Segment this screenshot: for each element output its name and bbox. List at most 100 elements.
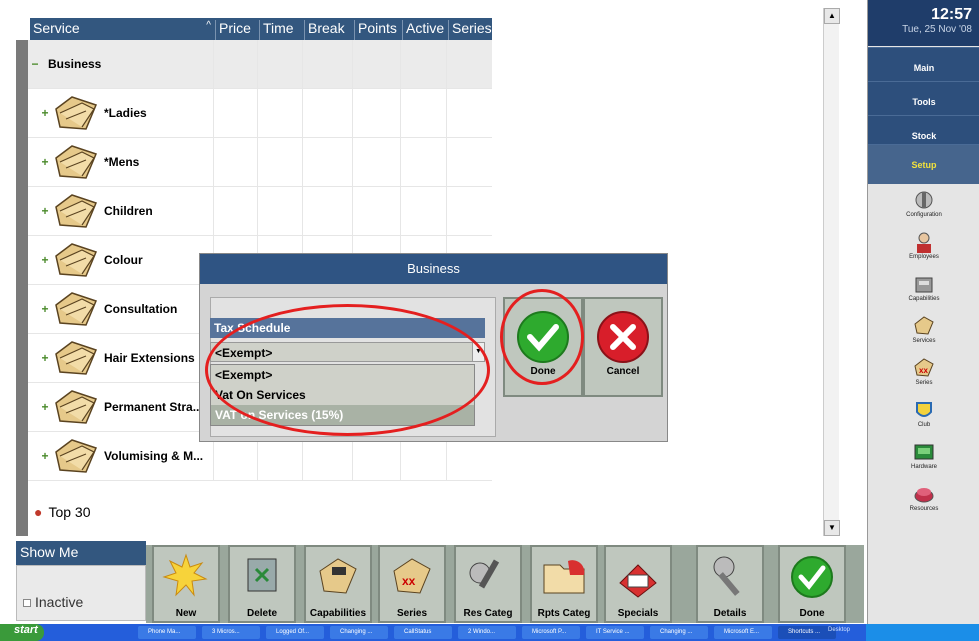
collapse-icon[interactable]: − [28, 57, 42, 71]
sidebar: 12:57 Tue, 25 Nov '08 Main Tools Stock S… [867, 0, 979, 624]
cell-divider [302, 187, 303, 235]
clock: 12:57 Tue, 25 Nov '08 [868, 0, 979, 46]
taskbar-task[interactable]: Microsoft E... [714, 626, 772, 639]
expand-icon[interactable]: + [38, 106, 52, 120]
taskbar-task[interactable]: Changing ... [330, 626, 388, 639]
taskbar-task[interactable]: Microsoft P... [522, 626, 580, 639]
row-label: Colour [104, 253, 143, 267]
delete-button[interactable]: Delete [228, 545, 296, 623]
cancel-x-icon [597, 311, 649, 363]
club-icon [916, 402, 932, 417]
specials-icon [619, 564, 657, 598]
col-points[interactable]: Points [354, 20, 402, 40]
table-row[interactable]: − Business [28, 40, 492, 89]
inactive-checkbox[interactable]: Inactive [23, 594, 83, 610]
specials-button[interactable]: Specials [604, 545, 672, 623]
folder-icon [55, 194, 98, 228]
cell-divider [257, 89, 258, 137]
row-label: Volumising & M... [104, 449, 204, 463]
expand-icon[interactable]: + [38, 155, 52, 169]
sidebar-item-services[interactable]: Services [868, 314, 979, 356]
system-tray [866, 624, 979, 641]
sidebar-item-capabilities[interactable]: Capabilities [868, 272, 979, 314]
new-button[interactable]: New [152, 545, 220, 623]
cell-divider [302, 40, 303, 88]
folder-icon [55, 390, 98, 424]
taskbar-task[interactable]: Phone Ma... [138, 626, 196, 639]
sidebar-item-label: Club [917, 422, 931, 428]
rpts-categ-label: Rpts Categ [537, 608, 591, 619]
vertical-scrollbar[interactable]: ▲ ▼ [823, 8, 840, 536]
expand-icon[interactable]: + [38, 204, 52, 218]
sidebar-item-label: Hardware [910, 464, 937, 470]
row-label: Hair Extensions [104, 351, 195, 365]
expand-icon[interactable]: + [38, 253, 52, 267]
res-categ-button[interactable]: Res Categ [454, 545, 522, 623]
cancel-label: Cancel [606, 366, 640, 377]
top30-row[interactable]: ● Top 30 [28, 488, 492, 536]
series-button[interactable]: xx Series [378, 545, 446, 623]
cell-divider [446, 138, 447, 186]
table-row[interactable]: + *Ladies [28, 89, 492, 138]
inactive-label: Inactive [35, 594, 84, 610]
series-icon: xx [914, 358, 934, 377]
cell-divider [213, 187, 214, 235]
rpts-categ-button[interactable]: Rpts Categ [530, 545, 598, 623]
checkbox-icon [23, 599, 31, 607]
sidebar-item-configuration[interactable]: Configuration [868, 188, 979, 230]
expand-icon[interactable]: + [38, 302, 52, 316]
sidebar-item-hardware[interactable]: Hardware [868, 440, 979, 482]
details-button[interactable]: Details [696, 545, 764, 623]
expand-icon[interactable]: + [38, 400, 52, 414]
desktop-label[interactable]: Desktop [828, 627, 850, 633]
cell-divider [257, 138, 258, 186]
table-row[interactable]: + *Mens [28, 138, 492, 187]
row-label: *Mens [104, 155, 140, 169]
sidebar-item-resources[interactable]: Resources [868, 482, 979, 524]
col-series[interactable]: Series [448, 20, 492, 40]
cell-divider [302, 138, 303, 186]
taskbar-task[interactable]: IT Service ... [586, 626, 644, 639]
scroll-up-icon[interactable]: ▲ [824, 8, 840, 24]
folder-icon [55, 292, 98, 326]
sidebar-item-series[interactable]: xx Series [868, 356, 979, 398]
sidebar-item-club[interactable]: Club [868, 398, 979, 440]
services-icon [914, 316, 934, 335]
sidebar-item-employees[interactable]: Employees [868, 230, 979, 272]
cell-divider [213, 138, 214, 186]
cell-divider [352, 40, 353, 88]
capabilities-button[interactable]: Capabilities [304, 545, 372, 623]
table-row[interactable]: + Children [28, 187, 492, 236]
col-service[interactable]: Service ^ [30, 20, 215, 40]
expand-icon[interactable]: + [38, 449, 52, 463]
cell-divider [400, 89, 401, 137]
bullet-icon: ● [34, 504, 43, 520]
taskbar-task[interactable]: CallStatus [394, 626, 452, 639]
taskbar-task[interactable]: 2 Windo... [458, 626, 516, 639]
col-break[interactable]: Break [304, 20, 354, 40]
col-active[interactable]: Active [402, 20, 448, 40]
expand-icon[interactable]: + [38, 351, 52, 365]
employees-icon [917, 232, 931, 253]
capabilities-icon [915, 277, 933, 293]
hardware-icon [914, 444, 934, 460]
cancel-button[interactable]: Cancel [583, 297, 663, 397]
sidebar-item-label: Employees [909, 254, 939, 260]
col-time[interactable]: Time [259, 20, 304, 40]
taskbar-task[interactable]: 3 Micros... [202, 626, 260, 639]
taskbar-task[interactable]: Logged Of... [266, 626, 324, 639]
done-icon [791, 556, 833, 598]
row-indicator-bar [16, 40, 28, 536]
new-icon [162, 553, 208, 597]
nav-setup[interactable]: Setup [868, 144, 979, 184]
col-price[interactable]: Price [215, 20, 259, 40]
sidebar-item-label: Services [912, 338, 936, 344]
start-button[interactable]: start [0, 624, 44, 641]
cell-divider [213, 40, 214, 88]
capabilities-label: Capabilities [309, 608, 367, 619]
done-button[interactable]: Done [778, 545, 846, 623]
specials-label: Specials [617, 608, 659, 619]
taskbar-task[interactable]: Changing ... [650, 626, 708, 639]
scroll-down-icon[interactable]: ▼ [824, 520, 840, 536]
row-label: Consultation [104, 302, 178, 316]
